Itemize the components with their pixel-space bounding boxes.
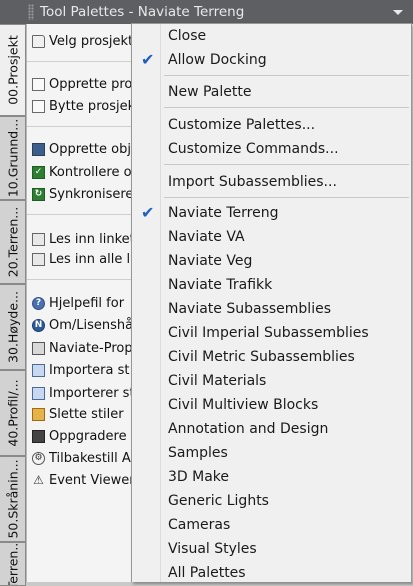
menu-item-import-subassemblies[interactable]: Import Subassemblies...: [132, 170, 411, 194]
menu-item-naviate-trafikk[interactable]: Naviate Trafikk: [132, 273, 411, 297]
folder-icon: [32, 34, 45, 48]
palette-titlebar[interactable]: Tool Palettes - Naviate Terreng: [0, 0, 413, 24]
tab-profil[interactable]: 40.Profil/...: [0, 370, 26, 456]
create-object-icon: [32, 142, 45, 156]
menu-item-naviate-terreng[interactable]: ✔ Naviate Terreng: [132, 201, 411, 225]
tab-prosjekt[interactable]: 00.Prosjekt: [0, 24, 26, 116]
menu-item-civil-imperial-subassemblies[interactable]: Civil Imperial Subassemblies: [132, 321, 411, 345]
clipboard-icon: [32, 232, 45, 246]
checkmark-icon: ✔: [141, 50, 155, 69]
tab-hoyde[interactable]: 30.Høyde...: [0, 284, 26, 370]
menu-item-close[interactable]: Close: [132, 24, 411, 48]
menu-separator: [164, 164, 409, 165]
check-object-icon: ✓: [32, 165, 45, 179]
properties-dropdown-icon[interactable]: [393, 0, 403, 24]
menu-item-visual-styles[interactable]: Visual Styles: [132, 537, 411, 561]
menu-item-naviate-veg[interactable]: Naviate Veg: [132, 249, 411, 273]
menu-item-customize-commands[interactable]: Customize Commands...: [132, 137, 411, 161]
import-icon: [32, 363, 45, 377]
gear-icon: ⚙: [32, 451, 45, 465]
menu-item-samples[interactable]: Samples: [132, 441, 411, 465]
palette-tab-strip: 00.Prosjekt 10.Grunnd... 20.Terren... 30…: [0, 24, 28, 586]
switch-document-icon: [32, 99, 45, 113]
menu-item-generic-lights[interactable]: Generic Lights: [132, 489, 411, 513]
tab-terreng-2[interactable]: Terren...: [0, 542, 26, 586]
naviate-icon: N: [32, 318, 45, 332]
help-icon: ?: [32, 296, 45, 310]
tab-grunndata[interactable]: 10.Grunnd...: [0, 116, 26, 200]
menu-item-naviate-va[interactable]: Naviate VA: [132, 225, 411, 249]
menu-item-allow-docking[interactable]: ✔ Allow Docking: [132, 48, 411, 72]
menu-item-civil-metric-subassemblies[interactable]: Civil Metric Subassemblies: [132, 345, 411, 369]
new-document-icon: [32, 77, 45, 91]
tab-terreng[interactable]: 20.Terren...: [0, 200, 26, 284]
menu-separator: [164, 197, 409, 198]
menu-item-civil-materials[interactable]: Civil Materials: [132, 369, 411, 393]
menu-item-cameras[interactable]: Cameras: [132, 513, 411, 537]
menu-item-naviate-subassemblies[interactable]: Naviate Subassemblies: [132, 297, 411, 321]
clipboard-icon: [32, 252, 45, 266]
menu-item-customize-palettes[interactable]: Customize Palettes...: [132, 113, 411, 137]
menu-item-annotation-and-design[interactable]: Annotation and Design: [132, 417, 411, 441]
tab-skraning[interactable]: 50.Skrånin...: [0, 456, 26, 542]
import-icon: [32, 386, 45, 400]
upgrade-icon: [32, 429, 45, 443]
warning-icon: ⚠: [32, 473, 45, 487]
menu-separator: [164, 75, 409, 76]
context-menu: Close ✔ Allow Docking New Palette Customi…: [131, 23, 412, 582]
sync-icon: ↻: [32, 187, 45, 201]
menu-item-civil-multiview-blocks[interactable]: Civil Multiview Blocks: [132, 393, 411, 417]
menu-item-all-palettes[interactable]: All Palettes: [132, 561, 411, 585]
menu-item-new-palette[interactable]: New Palette: [132, 80, 411, 104]
drag-grip-icon[interactable]: [28, 4, 34, 20]
menu-item-3d-make[interactable]: 3D Make: [132, 465, 411, 489]
palette-title: Tool Palettes - Naviate Terreng: [40, 4, 245, 20]
properties-icon: [32, 341, 45, 355]
menu-separator: [164, 107, 409, 108]
delete-styles-icon: [32, 407, 45, 421]
checkmark-icon: ✔: [141, 203, 155, 222]
